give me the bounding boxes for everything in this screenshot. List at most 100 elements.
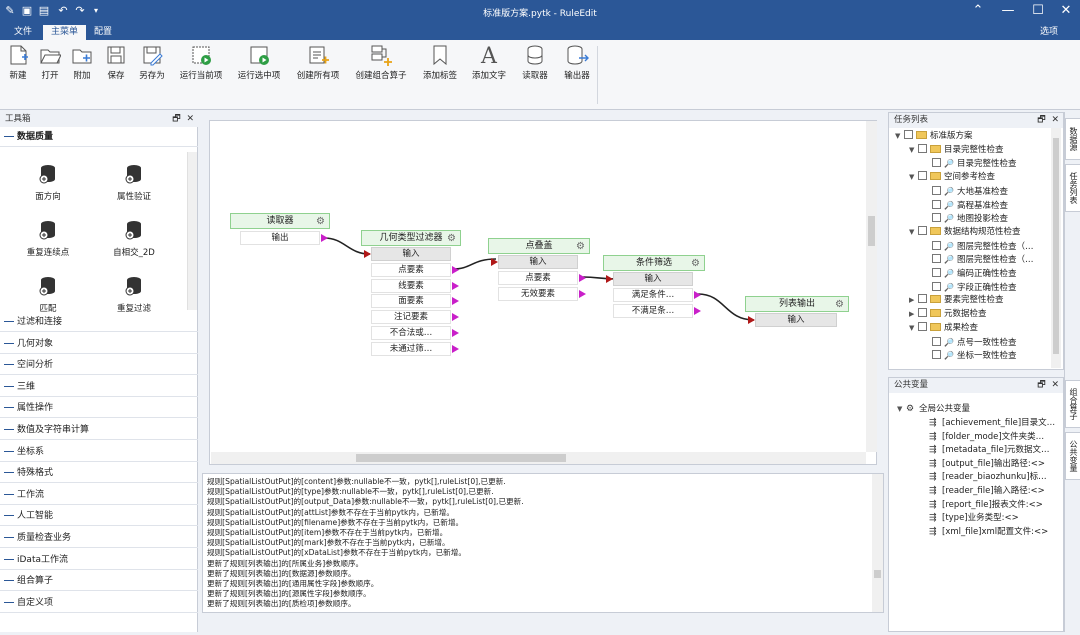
- open-button[interactable]: 打开: [36, 44, 64, 88]
- variable-row[interactable]: ⇶ [reader_file]输入路径:<>: [929, 485, 1045, 498]
- output-arrow-icon[interactable]: [452, 313, 459, 322]
- float-icon[interactable]: 🗗: [1037, 115, 1045, 125]
- task-item-row[interactable]: 🔎 图层完整性检查（…: [923, 240, 1034, 253]
- side-tab-public-vars[interactable]: 公共变量: [1065, 432, 1080, 480]
- checkbox[interactable]: [932, 185, 941, 195]
- checkbox[interactable]: [918, 143, 927, 153]
- variable-row[interactable]: ⇶ [reader_biaozhunku]标…: [929, 471, 1047, 484]
- restore-ribbon-icon[interactable]: ⌃: [963, 0, 993, 22]
- options-menu[interactable]: 选项: [1032, 25, 1066, 40]
- task-item-row[interactable]: 🔎 大地基准检查: [923, 185, 1008, 198]
- output-arrow-icon[interactable]: [694, 291, 701, 299]
- output-arrow-icon[interactable]: [694, 306, 701, 315]
- collapse-arrow-icon[interactable]: ▼: [895, 130, 904, 143]
- node-output-port[interactable]: 不满足条…: [613, 303, 693, 318]
- node-output-port[interactable]: 注记要素: [371, 310, 451, 325]
- toolbox-group[interactable]: 三维: [0, 377, 198, 397]
- node-output-port[interactable]: 满足条件…: [613, 288, 693, 302]
- node-output-port[interactable]: 输出: [240, 231, 320, 245]
- task-scrollbar[interactable]: [1051, 128, 1061, 368]
- output-arrow-icon[interactable]: [321, 234, 328, 242]
- toolbox-group[interactable]: 数值及字符串计算: [0, 420, 198, 440]
- output-arrow-icon[interactable]: [579, 289, 586, 298]
- node-input-port[interactable]: 输入: [371, 247, 451, 261]
- output-arrow-icon[interactable]: [452, 328, 459, 337]
- tab-config[interactable]: 配置: [86, 25, 120, 40]
- checkbox[interactable]: [932, 213, 941, 223]
- new-button[interactable]: 新建: [4, 44, 32, 88]
- node-header[interactable]: 读取器 ⚙: [230, 213, 330, 229]
- task-item-row[interactable]: 🔎 坐标一致性检查: [923, 349, 1017, 362]
- close-icon[interactable]: ✕: [1051, 0, 1080, 22]
- log-scrollbar[interactable]: [872, 474, 883, 612]
- side-tab-task-list[interactable]: 任务列表: [1065, 164, 1080, 212]
- task-folder-row[interactable]: ▼ 成果检查: [909, 321, 978, 335]
- task-folder-row[interactable]: ▼ 目录完整性检查: [909, 143, 1004, 157]
- collapse-arrow-icon[interactable]: ▼: [909, 226, 918, 239]
- task-item-row[interactable]: 🔎 字段正确性检查: [923, 281, 1017, 294]
- task-item-row[interactable]: 🔎 地图投影检查: [923, 212, 1008, 225]
- close-panel-icon[interactable]: ✕: [1051, 380, 1059, 390]
- node-output-port[interactable]: 点要素: [371, 263, 451, 277]
- tool-face-direction[interactable]: 面方向: [8, 164, 88, 202]
- checkbox[interactable]: [932, 336, 941, 346]
- float-icon[interactable]: 🗗: [1037, 380, 1045, 390]
- gear-icon[interactable]: ⚙: [447, 231, 456, 246]
- add-text-button[interactable]: A 添加文字: [469, 44, 509, 88]
- node-header[interactable]: 点叠盖 ⚙: [488, 238, 590, 254]
- node-output-port[interactable]: 未通过筛…: [371, 341, 451, 356]
- checkbox[interactable]: [918, 294, 927, 304]
- checkbox[interactable]: [932, 240, 941, 250]
- output-arrow-icon[interactable]: [452, 266, 459, 274]
- append-button[interactable]: 附加: [68, 44, 96, 88]
- task-item-row[interactable]: 🔎 高程基准检查: [923, 199, 1008, 212]
- output-arrow-icon[interactable]: [452, 297, 459, 306]
- collapse-arrow-icon[interactable]: ▼: [909, 171, 918, 184]
- collapse-arrow-icon[interactable]: ▼: [909, 322, 918, 335]
- task-folder-row[interactable]: ▶ 元数据检查: [909, 308, 987, 321]
- node-input-port[interactable]: 输入: [755, 313, 837, 327]
- node-output-port[interactable]: 点要素: [498, 271, 578, 285]
- checkbox[interactable]: [918, 171, 927, 181]
- task-item-row[interactable]: 🔎 点号一致性检查: [923, 336, 1017, 349]
- checkbox[interactable]: [932, 199, 941, 209]
- checkbox[interactable]: [932, 350, 941, 360]
- tool-duplicate-consecutive-points[interactable]: 重复连续点: [8, 220, 88, 258]
- task-item-row[interactable]: 🔎 编码正确性检查: [923, 267, 1017, 280]
- add-tag-button[interactable]: 添加标签: [420, 44, 460, 88]
- task-item-row[interactable]: 🔎 目录完整性检查: [923, 157, 1017, 170]
- variable-row[interactable]: ⇶ [type]业务类型:<>: [929, 512, 1019, 525]
- toolbox-group[interactable]: 坐标系: [0, 442, 198, 462]
- canvas-hscrollbar[interactable]: [211, 452, 866, 464]
- checkbox[interactable]: [918, 225, 927, 235]
- toolbox-scrollbar[interactable]: [187, 152, 197, 310]
- save-button[interactable]: 保存: [102, 44, 130, 88]
- toolbox-group[interactable]: 几何对象: [0, 334, 198, 354]
- vars-root[interactable]: ▼ ⚙ 全局公共变量: [897, 403, 970, 416]
- minimize-icon[interactable]: —: [993, 0, 1023, 22]
- gear-icon[interactable]: ⚙: [316, 214, 325, 229]
- node-output-port[interactable]: 线要素: [371, 278, 451, 293]
- tab-file[interactable]: 文件: [6, 25, 40, 40]
- workflow-canvas[interactable]: 读取器 ⚙ 输出 几何类型过滤器 ⚙ 输入 点要素 线要素 面要素 注记要素 不合法或… 未通过筛… 点…: [209, 120, 877, 465]
- variable-row[interactable]: ⇶ [metadata_file]元数据文…: [929, 444, 1050, 457]
- variable-row[interactable]: ⇶ [report_file]报表文件:<>: [929, 499, 1043, 512]
- output-arrow-icon[interactable]: [452, 344, 459, 353]
- task-folder-row[interactable]: ▶ 要素完整性检查: [909, 294, 1004, 307]
- node-input-port[interactable]: 输入: [613, 272, 693, 286]
- node-header[interactable]: 列表输出 ⚙: [745, 296, 849, 312]
- task-folder-row[interactable]: ▼ 空间参考检查: [909, 171, 995, 184]
- group-data-quality[interactable]: 数据质量: [0, 127, 198, 147]
- node-output-port[interactable]: 无效要素: [498, 286, 578, 301]
- variable-row[interactable]: ⇶ [xml_file]xml配置文件:<>: [929, 526, 1048, 539]
- checkbox[interactable]: [904, 130, 913, 139]
- toolbox-group[interactable]: 自定义项: [0, 593, 198, 613]
- gear-icon[interactable]: ⚙: [576, 239, 585, 254]
- node-output-port[interactable]: 面要素: [371, 294, 451, 309]
- toolbox-group[interactable]: 人工智能: [0, 506, 198, 527]
- toolbox-group[interactable]: 工作流: [0, 485, 198, 505]
- close-panel-icon[interactable]: ✕: [186, 114, 194, 124]
- create-combo-button[interactable]: 创建组合算子: [354, 44, 408, 88]
- create-all-button[interactable]: 创建所有项: [295, 44, 341, 88]
- output-arrow-icon[interactable]: [579, 274, 586, 282]
